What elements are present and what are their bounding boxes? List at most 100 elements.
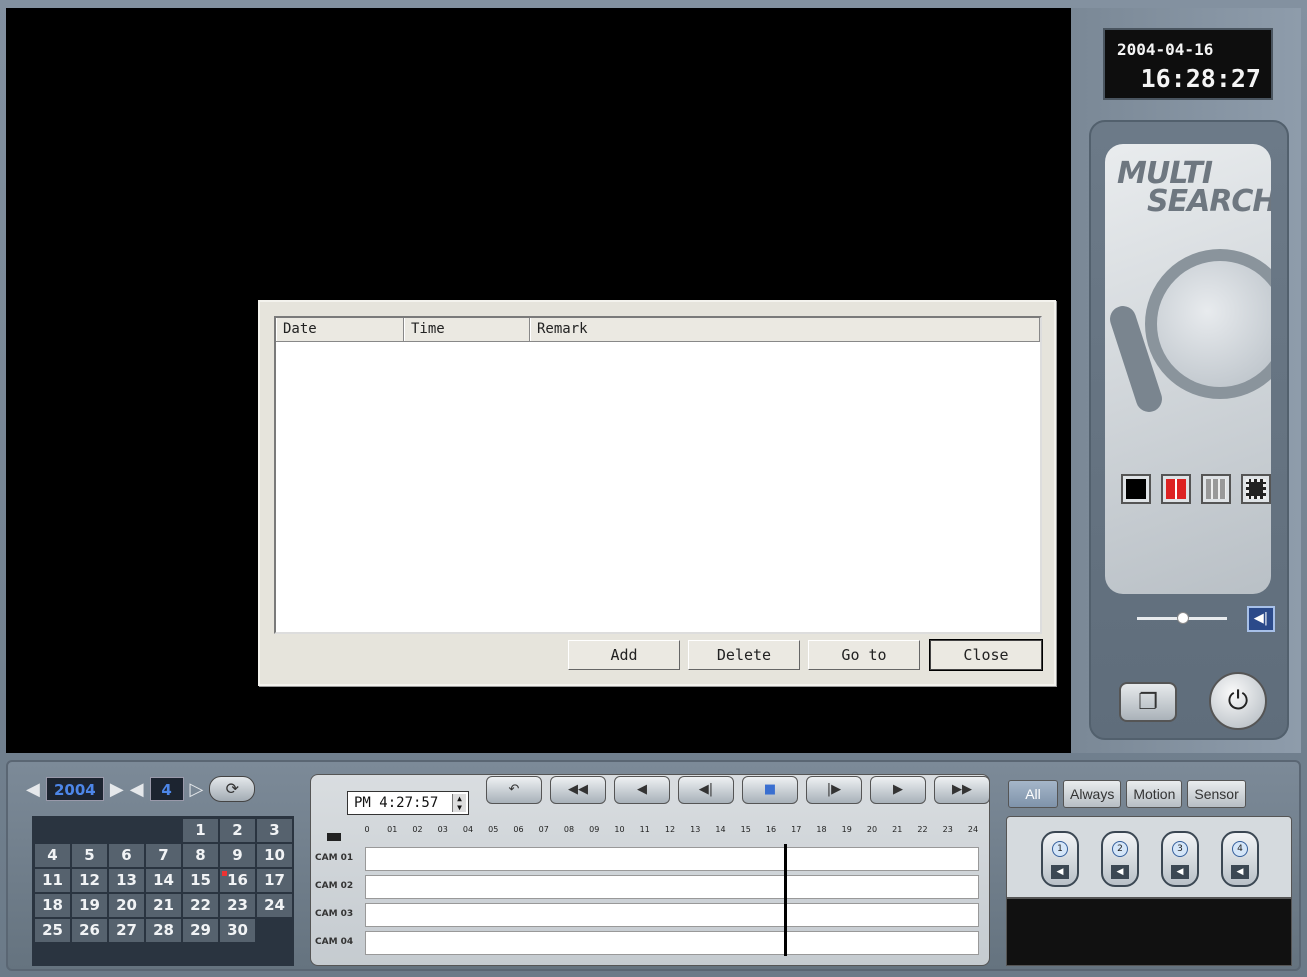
next-year-icon[interactable]: ▶ bbox=[110, 779, 124, 800]
camera-number-label: 1 bbox=[1052, 841, 1068, 857]
calendar-day[interactable]: 9 bbox=[220, 844, 255, 867]
step-back-icon[interactable]: ◀| bbox=[678, 776, 734, 804]
logo-line-search: SEARCH bbox=[1147, 184, 1271, 219]
search-time-field[interactable]: PM 4:27:57 ▲ ▼ bbox=[347, 791, 469, 815]
camera-audio-button[interactable]: 2 ◀ bbox=[1101, 831, 1139, 887]
next-month-icon[interactable]: ▷ bbox=[190, 779, 204, 800]
time-spinner-icon[interactable]: ▲ ▼ bbox=[452, 794, 466, 812]
calendar-day[interactable]: 15 bbox=[183, 869, 218, 892]
calendar-day[interactable]: 16 bbox=[220, 869, 255, 892]
mode-motion-button[interactable]: Motion bbox=[1126, 780, 1183, 808]
calendar-day[interactable]: 5 bbox=[72, 844, 107, 867]
camera-track[interactable] bbox=[365, 875, 979, 899]
close-button[interactable]: Close bbox=[929, 639, 1043, 671]
calendar-day[interactable]: 3 bbox=[257, 819, 292, 842]
mode-all-button[interactable]: All bbox=[1008, 780, 1058, 808]
delete-button[interactable]: Delete bbox=[688, 640, 800, 670]
calendar-day[interactable]: 13 bbox=[109, 869, 144, 892]
calendar-day[interactable]: 26 bbox=[72, 919, 107, 942]
sixteen-view-icon[interactable] bbox=[1241, 474, 1271, 504]
camera-audio-button[interactable]: 3 ◀ bbox=[1161, 831, 1199, 887]
hour-tick-label: 03 bbox=[437, 825, 448, 834]
hour-tick-label: 23 bbox=[942, 825, 953, 834]
camera-track-row: CAM 04 bbox=[315, 929, 987, 957]
calendar-day[interactable]: 20 bbox=[109, 894, 144, 917]
fast-rewind-icon[interactable]: ◀◀ bbox=[550, 776, 606, 804]
column-header-remark[interactable]: Remark bbox=[530, 318, 1040, 341]
calendar-day[interactable]: 27 bbox=[109, 919, 144, 942]
camera-audio-button[interactable]: 4 ◀ bbox=[1221, 831, 1259, 887]
multi-window-icon[interactable]: ❐ bbox=[1119, 682, 1177, 722]
calendar-day[interactable]: 28 bbox=[146, 919, 181, 942]
fast-forward-icon[interactable]: ▶▶ bbox=[934, 776, 990, 804]
calendar-day[interactable]: 7 bbox=[146, 844, 181, 867]
hour-ticks: 0 01 02 03 04 05 06 07 08 09 10 11 12 13 14 15 16 17 18 19 2… bbox=[359, 825, 979, 839]
camera-track-label: CAM 03 bbox=[315, 909, 354, 919]
rewind-play-icon[interactable]: ◀ bbox=[614, 776, 670, 804]
hour-tick-label: 13 bbox=[690, 825, 701, 834]
calendar-day[interactable]: 2 bbox=[220, 819, 255, 842]
speaker-icon: ◀ bbox=[1051, 865, 1069, 879]
month-display: 4 bbox=[149, 777, 184, 801]
camera-audio-button[interactable]: 1 ◀ bbox=[1041, 831, 1079, 887]
camera-number-label: 3 bbox=[1172, 841, 1188, 857]
calendar-day[interactable]: 25 bbox=[35, 919, 70, 942]
volume-slider-knob[interactable] bbox=[1177, 612, 1189, 624]
column-header-date[interactable]: Date bbox=[276, 318, 404, 341]
volume-slider[interactable] bbox=[1137, 612, 1227, 624]
nine-view-icon[interactable] bbox=[1201, 474, 1231, 504]
camera-track-label: CAM 02 bbox=[315, 881, 354, 891]
step-forward-icon[interactable]: |▶ bbox=[806, 776, 862, 804]
hour-tick-label: 19 bbox=[841, 825, 852, 834]
prev-month-icon[interactable]: ◀ bbox=[130, 779, 144, 800]
calendar-day[interactable]: 1 bbox=[183, 819, 218, 842]
prev-year-icon[interactable]: ◀ bbox=[26, 779, 40, 800]
timeline-cursor[interactable] bbox=[784, 844, 788, 956]
refresh-icon[interactable]: ⟳ bbox=[209, 776, 256, 802]
single-view-icon[interactable] bbox=[1121, 474, 1151, 504]
return-icon[interactable]: ↶ bbox=[486, 776, 542, 804]
calendar-day[interactable]: 22 bbox=[183, 894, 218, 917]
hour-tick-label: 12 bbox=[664, 825, 676, 834]
calendar-day[interactable]: 19 bbox=[72, 894, 107, 917]
hour-tick-label: 18 bbox=[816, 825, 827, 834]
calendar-day[interactable]: 24 bbox=[257, 894, 292, 917]
calendar-day[interactable]: 8 bbox=[183, 844, 218, 867]
add-button[interactable]: Add bbox=[568, 640, 680, 670]
calendar-day[interactable]: 12 bbox=[72, 869, 107, 892]
calendar-day[interactable]: 30 bbox=[220, 919, 255, 942]
calendar-day[interactable]: 23 bbox=[220, 894, 255, 917]
calendar-day[interactable]: 11 bbox=[35, 869, 70, 892]
record-mode-filters: All Always Motion Sensor bbox=[1008, 780, 1246, 808]
clock-date: 2004-04-16 bbox=[1117, 40, 1214, 59]
calendar-empty-cell bbox=[72, 819, 107, 842]
bookmark-list[interactable]: Date Time Remark bbox=[274, 316, 1042, 634]
hour-tick-label: 22 bbox=[917, 825, 928, 834]
calendar-day[interactable]: 10 bbox=[257, 844, 292, 867]
stop-icon[interactable]: ■ bbox=[742, 776, 798, 804]
mode-always-button[interactable]: Always bbox=[1063, 780, 1122, 808]
camera-track-label: CAM 01 bbox=[315, 853, 354, 863]
camera-track[interactable] bbox=[365, 903, 979, 927]
calendar-day[interactable]: 6 bbox=[109, 844, 144, 867]
mode-sensor-button[interactable]: Sensor bbox=[1187, 780, 1246, 808]
column-header-time[interactable]: Time bbox=[404, 318, 530, 341]
quad-view-icon[interactable] bbox=[1161, 474, 1191, 504]
playback-controls: ↶ ◀◀ ◀ ◀| ■ |▶ ▶ ▶▶ bbox=[486, 776, 990, 804]
camera-track[interactable] bbox=[365, 931, 979, 955]
goto-button[interactable]: Go to bbox=[808, 640, 920, 670]
speaker-icon[interactable]: ◀| bbox=[1247, 606, 1275, 632]
calendar-day[interactable]: 29 bbox=[183, 919, 218, 942]
power-icon[interactable]: ⏻ bbox=[1209, 672, 1267, 730]
calendar-day[interactable]: 21 bbox=[146, 894, 181, 917]
hour-tick-label: 05 bbox=[488, 825, 499, 834]
play-icon[interactable]: ▶ bbox=[870, 776, 926, 804]
hour-tick-label: 02 bbox=[412, 825, 423, 834]
camera-track[interactable] bbox=[365, 847, 979, 871]
calendar-day[interactable]: 4 bbox=[35, 844, 70, 867]
calendar-day[interactable]: 17 bbox=[257, 869, 292, 892]
calendar-day[interactable]: 14 bbox=[146, 869, 181, 892]
camera-number-label: 4 bbox=[1232, 841, 1248, 857]
calendar-day[interactable]: 18 bbox=[35, 894, 70, 917]
search-time-value: PM 4:27:57 bbox=[354, 795, 439, 811]
